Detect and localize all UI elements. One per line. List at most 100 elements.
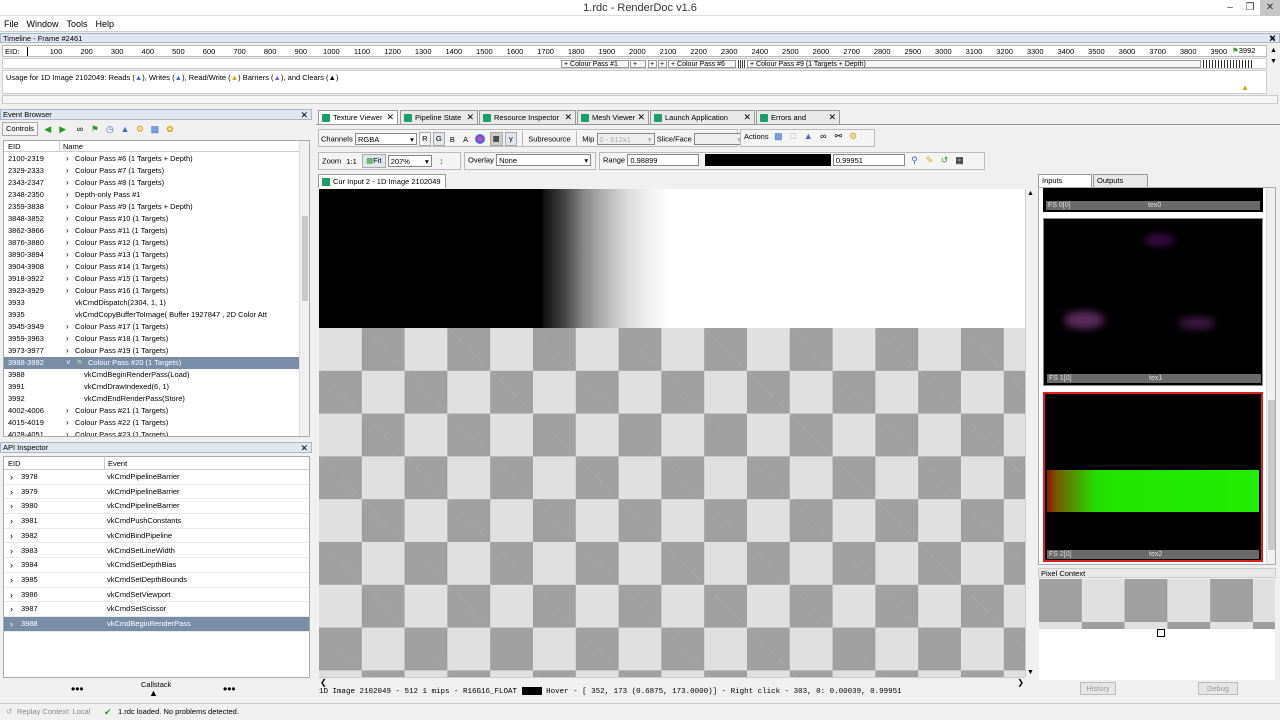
restore-icon[interactable]: ❐ xyxy=(1240,0,1260,16)
chevron-right-icon[interactable]: › xyxy=(10,514,13,529)
event-row[interactable]: 3991 vkCmdDrawIndexed(6, 1) xyxy=(4,381,309,393)
find-icon[interactable]: ∞ xyxy=(818,131,829,142)
chevron-right-icon[interactable]: › xyxy=(66,321,69,333)
bookmark-flag-icon[interactable]: ⚑ xyxy=(89,124,100,135)
api-event-row[interactable]: › 3981 vkCmdPushConstants xyxy=(4,514,309,529)
flip-icon[interactable]: ↕ xyxy=(436,156,447,167)
chevron-right-icon[interactable]: › xyxy=(66,417,69,429)
scroll-down-icon[interactable]: ▼ xyxy=(1270,58,1277,65)
color-wheel-icon[interactable] xyxy=(475,134,486,144)
chevron-right-icon[interactable]: › xyxy=(10,588,13,603)
gamma-toggle[interactable]: γ xyxy=(504,132,517,146)
save-texture-icon[interactable]: ▩ xyxy=(773,131,784,142)
close-icon[interactable]: ✕ xyxy=(828,111,836,124)
event-row[interactable]: 3933 vkCmdDispatch(2304, 1, 1) xyxy=(4,297,309,309)
scroll-down-icon[interactable]: ▼ xyxy=(1027,669,1034,676)
overlay-select[interactable]: None ▾ xyxy=(496,154,592,166)
close-icon[interactable]: ✕ xyxy=(300,443,308,453)
chevron-right-icon[interactable]: › xyxy=(66,213,69,225)
event-row[interactable]: 3890-3894 › Colour Pass #13 (1 Targets) xyxy=(4,249,309,261)
close-icon[interactable]: ✕ xyxy=(386,111,394,124)
find-icon[interactable]: ∞ xyxy=(74,124,85,135)
range-min-input[interactable]: 0.98899 xyxy=(627,154,700,166)
event-row[interactable]: 3904-3908 › Colour Pass #14 (1 Targets) xyxy=(4,261,309,273)
chevron-right-icon[interactable]: › xyxy=(10,529,13,544)
timeline-pass-9[interactable]: + Colour Pass #9 (1 Targets + Depth) xyxy=(747,60,1201,68)
chevron-right-icon[interactable]: › xyxy=(10,558,13,573)
timeline-pass-4[interactable]: + xyxy=(658,60,667,68)
channels-select[interactable]: RGBA ▾ xyxy=(354,133,417,145)
chevron-right-icon[interactable]: › xyxy=(66,273,69,285)
tab-texture-viewer[interactable]: Texture Viewer ✕ xyxy=(318,110,398,124)
api-event-row[interactable]: › 3984 vkCmdSetDepthBias xyxy=(4,558,309,573)
tab-resource-inspector[interactable]: Resource Inspector ✕ xyxy=(479,110,576,124)
chevron-right-icon[interactable]: › xyxy=(66,153,69,165)
tab-mesh-viewer[interactable]: Mesh Viewer ✕ xyxy=(577,110,649,124)
checkerboard-icon[interactable]: ▦ xyxy=(489,132,503,146)
tab-outputs[interactable]: Outputs xyxy=(1093,174,1148,187)
expand-up-icon[interactable]: ▲ xyxy=(149,688,158,698)
event-row[interactable]: 2348-2350 › Depth-only Pass #1 xyxy=(4,189,309,201)
thumbnail-scrollbar[interactable] xyxy=(1266,188,1275,564)
chevron-right-icon[interactable]: › xyxy=(66,165,69,177)
debug-button[interactable]: Debug xyxy=(1198,682,1238,695)
minimize-icon[interactable]: – xyxy=(1220,0,1240,16)
chevron-right-icon[interactable]: › xyxy=(10,602,13,617)
chevron-right-icon[interactable]: › xyxy=(10,470,13,485)
api-event-row[interactable]: › 3986 vkCmdSetViewport xyxy=(4,588,309,603)
chevron-right-icon[interactable]: › xyxy=(66,345,69,357)
mip-select[interactable]: 0 - 512x1 ▾ xyxy=(596,133,655,145)
api-event-row[interactable]: › 3985 vkCmdSetDepthBounds xyxy=(4,573,309,588)
menu-tools[interactable]: Tools xyxy=(63,16,92,32)
close-icon[interactable]: ✕ xyxy=(743,111,751,124)
timeline-pass-2[interactable]: + xyxy=(630,60,646,68)
history-button[interactable]: History xyxy=(1080,682,1116,695)
event-row[interactable]: 4028-4051 › Colour Pass #23 (1 Targets) xyxy=(4,429,309,436)
fit-button[interactable]: ▦Fit xyxy=(362,154,386,168)
api-event-row[interactable]: › 3978 vkCmdPipelineBarrier xyxy=(4,470,309,485)
col-event[interactable]: Event xyxy=(104,457,127,470)
event-row[interactable]: 3988-3992 ˅ ⚑ Colour Pass #20 (1 Targets) xyxy=(4,357,309,369)
event-row[interactable]: 3959-3963 › Colour Pass #18 (1 Targets) xyxy=(4,333,309,345)
forward-arrow-icon[interactable]: ▶ xyxy=(57,124,68,135)
tab-inputs[interactable]: Inputs xyxy=(1038,174,1092,187)
timeline-current-marker[interactable]: ⚑3992 xyxy=(1232,46,1255,55)
chevron-right-icon[interactable]: › xyxy=(66,189,69,201)
texture-vscroll[interactable]: ▲ ▼ xyxy=(1025,189,1035,677)
chevron-right-icon[interactable]: › xyxy=(66,177,69,189)
col-eid[interactable]: EID xyxy=(8,141,21,152)
chevron-right-icon[interactable]: › xyxy=(10,499,13,514)
chevron-down-icon[interactable]: ˅ xyxy=(66,357,71,369)
scrollbar-thumb[interactable] xyxy=(1268,400,1275,550)
zoom-select[interactable]: 207% ▾ xyxy=(387,155,432,167)
more-icon[interactable]: ••• xyxy=(71,682,84,696)
col-eid[interactable]: EID xyxy=(8,457,21,470)
range-histogram[interactable] xyxy=(704,154,831,166)
slice-select[interactable]: ▾ xyxy=(694,133,744,145)
menu-file[interactable]: File xyxy=(0,16,23,32)
open-icon[interactable]: □ xyxy=(788,131,799,142)
chevron-right-icon[interactable]: › xyxy=(66,249,69,261)
close-icon[interactable]: ✕ xyxy=(466,111,474,124)
goto-icon[interactable]: ▲ xyxy=(803,131,814,142)
event-row[interactable]: 3973-3977 › Colour Pass #19 (1 Targets) xyxy=(4,345,309,357)
col-name[interactable]: Name xyxy=(59,141,83,152)
range-max-input[interactable]: 0.99951 xyxy=(832,154,905,166)
event-list-scrollbar[interactable] xyxy=(299,141,309,436)
settings-icon[interactable]: ⚙ xyxy=(848,131,859,142)
thumbnail-tex1[interactable]: FS 1[0] tex1 xyxy=(1043,218,1263,386)
texture-hscroll[interactable]: ❮ ❯ xyxy=(319,677,1025,687)
channel-b-toggle[interactable]: B xyxy=(450,135,455,144)
timeline-pass-1[interactable]: + Colour Pass #1 xyxy=(561,60,629,68)
pixel-context-view[interactable] xyxy=(1039,579,1275,680)
api-event-row[interactable]: › 3987 vkCmdSetScissor xyxy=(4,602,309,617)
chevron-right-icon[interactable]: › xyxy=(10,573,13,588)
more-icon[interactable]: ••• xyxy=(223,682,236,696)
event-row[interactable]: 2359-3838 › Colour Pass #9 (1 Targets + De… xyxy=(4,201,309,213)
chevron-right-icon[interactable]: › xyxy=(66,225,69,237)
scroll-up-icon[interactable]: ▲ xyxy=(1027,190,1034,197)
close-icon[interactable]: ✕ xyxy=(564,111,572,124)
texture-tab[interactable]: Cur Input 2 - 1D Image 2102049 xyxy=(318,174,446,188)
reset-range-icon[interactable]: ↺ xyxy=(939,155,950,166)
tab-pipeline-state[interactable]: Pipeline State ✕ xyxy=(400,110,478,124)
